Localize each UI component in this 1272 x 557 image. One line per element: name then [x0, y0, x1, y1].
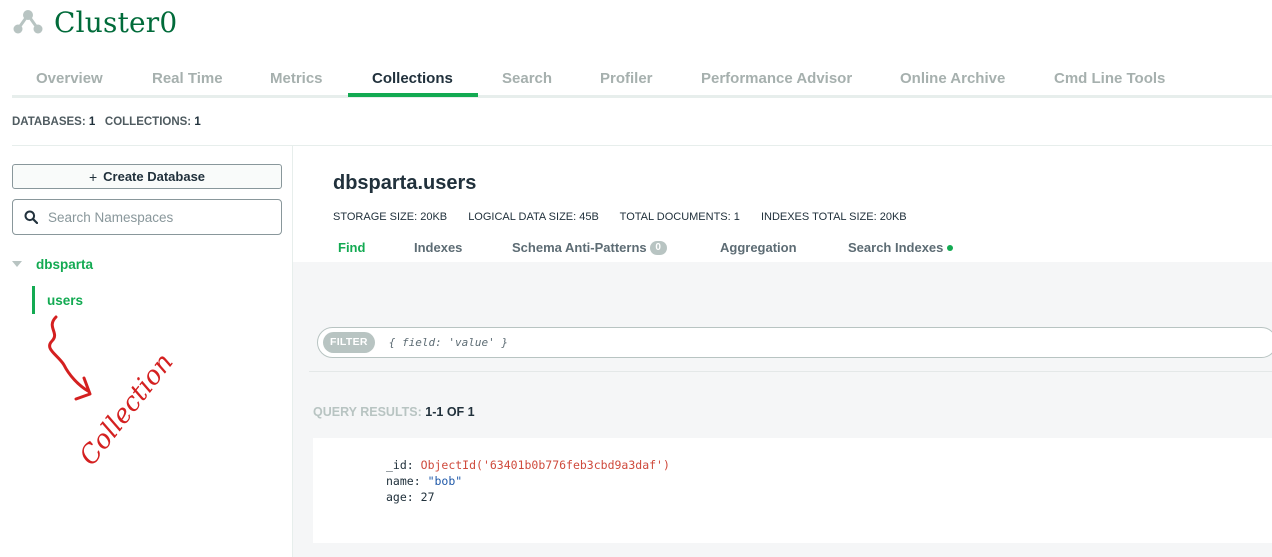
collection-name: users	[47, 292, 84, 308]
sidebar-item-users[interactable]: users	[32, 286, 83, 314]
tab-metrics[interactable]: Metrics	[270, 66, 323, 96]
create-database-label: Create Database	[103, 169, 206, 184]
cluster-tabs: Overview Real Time Metrics Collections S…	[12, 66, 1272, 98]
storage-size: STORAGE SIZE: 20KB	[333, 211, 448, 223]
logical-data-size: LOGICAL DATA SIZE: 45B	[468, 211, 599, 223]
indexes-total-size: INDEXES TOTAL SIZE: 20KB	[760, 211, 907, 223]
collection-stats: STORAGE SIZE: 20KB LOGICAL DATA SIZE: 45…	[333, 211, 907, 223]
plus-icon: +	[88, 168, 98, 185]
page-title: Cluster0	[54, 5, 178, 39]
field-value: 27	[420, 490, 435, 504]
document-card[interactable]: _id: ObjectId('63401b0b776feb3cbd9a3daf'…	[313, 438, 1272, 543]
query-results-label: QUERY RESULTS:	[313, 405, 422, 419]
collections-label: COLLECTIONS:	[104, 116, 192, 128]
results-divider	[309, 371, 1272, 372]
collections-count: 1	[194, 116, 201, 128]
tab-aggregation-label: Aggregation	[720, 240, 797, 255]
tab-collections[interactable]: Collections	[372, 66, 453, 96]
tab-schema-anti-patterns[interactable]: Schema Anti-Patterns 0	[512, 240, 667, 255]
query-results-count: 1-1 OF 1	[425, 405, 475, 419]
handwritten-annotation: Collection	[48, 315, 180, 472]
count-badge: 0	[649, 240, 667, 255]
field-value: "bob"	[427, 474, 463, 488]
tab-search[interactable]: Search	[502, 66, 552, 96]
namespace-summary: DATABASES: 1 COLLECTIONS: 1	[12, 116, 201, 128]
search-icon	[24, 210, 38, 224]
tab-find-label: Find	[338, 240, 366, 255]
tab-schema-label: Schema Anti-Patterns	[512, 240, 647, 255]
field-value: ObjectId('63401b0b776feb3cbd9a3daf')	[420, 458, 670, 472]
cluster-nodes-icon	[12, 6, 44, 38]
document-field-name: name: "bob"	[386, 474, 462, 488]
status-dot-icon	[947, 244, 954, 251]
tab-search-indexes-label: Search Indexes	[848, 240, 944, 255]
tab-cmd-line-tools[interactable]: Cmd Line Tools	[1054, 66, 1165, 96]
database-name: dbsparta	[36, 256, 94, 272]
tab-search-indexes[interactable]: Search Indexes	[848, 240, 954, 255]
annotation-label: Collection	[74, 348, 180, 472]
search-namespaces-input[interactable]	[48, 209, 268, 225]
tab-indexes[interactable]: Indexes	[414, 240, 462, 255]
cluster-header: Cluster0	[12, 4, 177, 40]
namespace-search[interactable]	[12, 199, 282, 235]
caret-down-icon	[12, 261, 22, 267]
tab-find[interactable]: Find	[338, 240, 365, 255]
tab-performance-advisor[interactable]: Performance Advisor	[701, 66, 852, 96]
databases-count: 1	[88, 116, 96, 128]
total-documents: TOTAL DOCUMENTS: 1	[619, 211, 740, 223]
filter-bar[interactable]: FILTER	[317, 327, 1272, 358]
field-key: name:	[386, 474, 421, 488]
tab-real-time[interactable]: Real Time	[152, 66, 223, 96]
create-database-button[interactable]: + Create Database	[12, 164, 282, 189]
tab-profiler[interactable]: Profiler	[600, 66, 653, 96]
active-tab-indicator	[348, 93, 478, 97]
tab-indexes-label: Indexes	[414, 240, 463, 255]
tab-overview[interactable]: Overview	[36, 66, 103, 96]
filter-button[interactable]: FILTER	[323, 332, 375, 353]
databases-label: DATABASES:	[12, 116, 86, 128]
field-key: age:	[386, 490, 414, 504]
document-field-id: _id: ObjectId('63401b0b776feb3cbd9a3daf'…	[386, 458, 670, 472]
collection-title: dbsparta.users	[333, 172, 477, 194]
tab-online-archive[interactable]: Online Archive	[900, 66, 1005, 96]
tab-aggregation[interactable]: Aggregation	[720, 240, 797, 255]
query-results-summary: QUERY RESULTS: 1-1 OF 1	[313, 405, 475, 419]
header-divider	[12, 145, 1272, 146]
sidebar-item-dbsparta[interactable]: dbsparta	[12, 254, 93, 274]
document-field-age: age: 27	[386, 490, 435, 504]
collection-tabs: Find Indexes Schema Anti-Patterns 0 Aggr…	[293, 240, 1272, 262]
filter-input[interactable]	[388, 336, 1089, 349]
field-key: _id:	[386, 458, 414, 472]
